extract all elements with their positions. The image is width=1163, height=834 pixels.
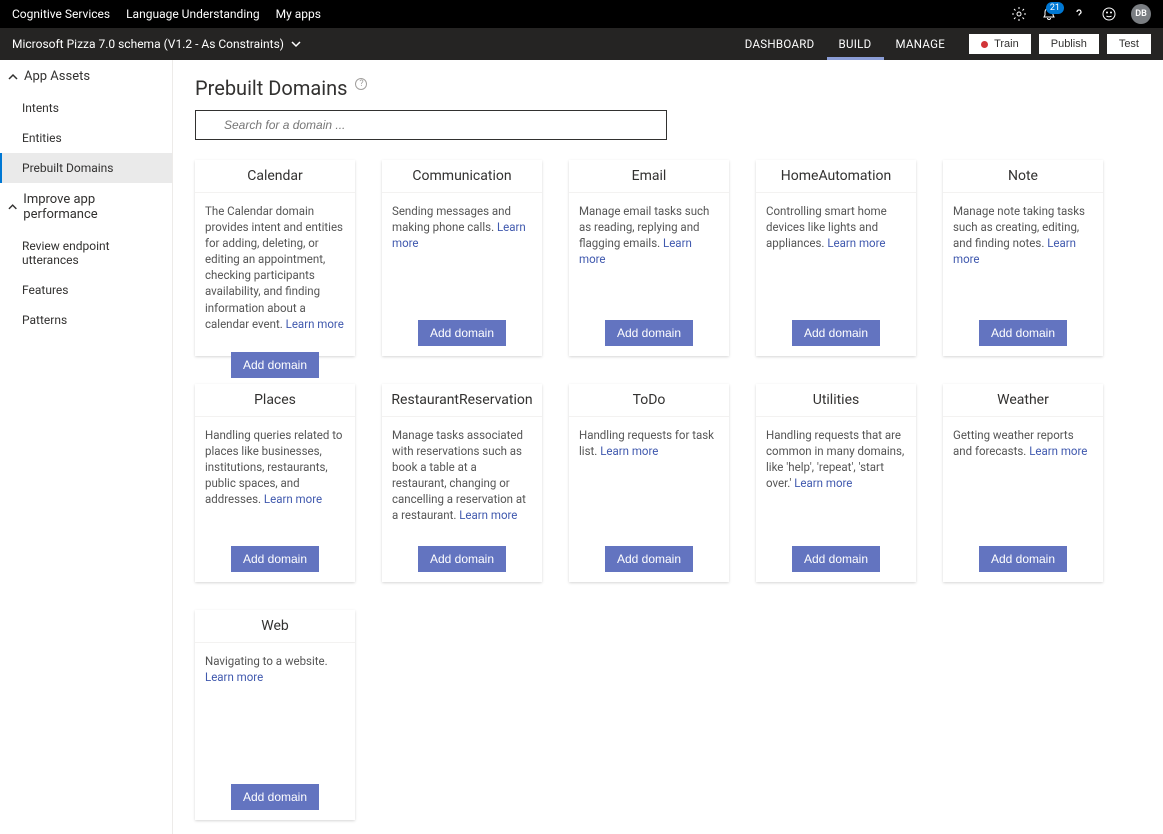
- domain-card: NoteManage note taking tasks such as cre…: [943, 160, 1103, 356]
- learn-more-link[interactable]: Learn more: [264, 492, 322, 506]
- domain-title: HomeAutomation: [756, 160, 916, 193]
- notifications-icon[interactable]: 21: [1041, 6, 1057, 22]
- domain-description: Handling requests for task list. Learn m…: [569, 417, 729, 536]
- add-domain-button[interactable]: Add domain: [792, 546, 880, 572]
- test-button[interactable]: Test: [1107, 34, 1151, 54]
- avatar[interactable]: DB: [1131, 4, 1151, 24]
- domain-description: The Calendar domain provides intent and …: [195, 193, 355, 342]
- domain-description: Manage tasks associated with reservation…: [382, 417, 542, 536]
- domain-description: Controlling smart home devices like ligh…: [756, 193, 916, 310]
- sidebar-item-patterns[interactable]: Patterns: [0, 305, 172, 335]
- domain-card: EmailManage email tasks such as reading,…: [569, 160, 729, 356]
- domain-title: Email: [569, 160, 729, 193]
- learn-more-link[interactable]: Learn more: [459, 508, 517, 522]
- nav-language-understanding[interactable]: Language Understanding: [126, 7, 260, 21]
- domain-card: CommunicationSending messages and making…: [382, 160, 542, 356]
- add-domain-button[interactable]: Add domain: [231, 352, 319, 378]
- domain-title: Communication: [382, 160, 542, 193]
- sidebar-item-entities[interactable]: Entities: [0, 123, 172, 153]
- help-tooltip-icon[interactable]: ?: [355, 78, 367, 90]
- learn-more-link[interactable]: Learn more: [1029, 444, 1087, 458]
- sidebar-item-prebuilt-domains[interactable]: Prebuilt Domains: [0, 153, 172, 183]
- add-domain-button[interactable]: Add domain: [979, 546, 1067, 572]
- add-domain-button[interactable]: Add domain: [231, 784, 319, 810]
- domain-card: RestaurantReservationManage tasks associ…: [382, 384, 542, 582]
- sidebar-item-intents[interactable]: Intents: [0, 93, 172, 123]
- domain-title: ToDo: [569, 384, 729, 417]
- domain-title: Web: [195, 610, 355, 643]
- page-title: Prebuilt Domains ?: [195, 76, 1141, 100]
- domain-description: Getting weather reports and forecasts. L…: [943, 417, 1103, 536]
- learn-more-link[interactable]: Learn more: [794, 476, 852, 490]
- chevron-up-icon: [8, 72, 18, 82]
- train-status-icon: [981, 41, 988, 48]
- top-bar: Cognitive Services Language Understandin…: [0, 0, 1163, 28]
- add-domain-button[interactable]: Add domain: [979, 320, 1067, 346]
- tab-dashboard[interactable]: DASHBOARD: [733, 28, 827, 60]
- chevron-up-icon: [8, 202, 17, 212]
- tab-build[interactable]: BUILD: [827, 28, 884, 60]
- domain-title: RestaurantReservation: [382, 384, 542, 417]
- sidebar-item-features[interactable]: Features: [0, 275, 172, 305]
- publish-button[interactable]: Publish: [1039, 34, 1099, 54]
- nav-cognitive-services[interactable]: Cognitive Services: [12, 7, 110, 21]
- domain-card: PlacesHandling queries related to places…: [195, 384, 355, 582]
- domain-description: Handling queries related to places like …: [195, 417, 355, 536]
- chevron-down-icon: [290, 38, 302, 50]
- add-domain-button[interactable]: Add domain: [418, 320, 506, 346]
- train-button[interactable]: Train: [969, 34, 1031, 54]
- nav-my-apps[interactable]: My apps: [276, 7, 321, 21]
- domain-title: Places: [195, 384, 355, 417]
- domain-description: Manage email tasks such as reading, repl…: [569, 193, 729, 310]
- domain-card: HomeAutomationControlling smart home dev…: [756, 160, 916, 356]
- domain-card: WebNavigating to a website. Learn more Ad…: [195, 610, 355, 820]
- sidebar-item-review-utterances[interactable]: Review endpoint utterances: [0, 231, 172, 275]
- domain-description: Navigating to a website. Learn more: [195, 643, 355, 774]
- add-domain-button[interactable]: Add domain: [792, 320, 880, 346]
- domain-title: Calendar: [195, 160, 355, 193]
- domain-card: WeatherGetting weather reports and forec…: [943, 384, 1103, 582]
- add-domain-button[interactable]: Add domain: [605, 546, 693, 572]
- learn-more-link[interactable]: Learn more: [205, 670, 263, 684]
- search-input[interactable]: [195, 110, 667, 140]
- notification-badge: 21: [1046, 2, 1064, 14]
- domain-card: CalendarThe Calendar domain provides int…: [195, 160, 355, 356]
- tab-bar: Microsoft Pizza 7.0 schema (V1.2 - As Co…: [0, 28, 1163, 60]
- add-domain-button[interactable]: Add domain: [231, 546, 319, 572]
- domain-title: Weather: [943, 384, 1103, 417]
- domain-title: Utilities: [756, 384, 916, 417]
- domain-title: Note: [943, 160, 1103, 193]
- settings-icon[interactable]: [1011, 6, 1027, 22]
- domain-description: Handling requests that are common in man…: [756, 417, 916, 536]
- project-picker[interactable]: Microsoft Pizza 7.0 schema (V1.2 - As Co…: [12, 28, 302, 60]
- project-name: Microsoft Pizza 7.0 schema (V1.2 - As Co…: [12, 37, 284, 51]
- sidebar: App Assets Intents Entities Prebuilt Dom…: [0, 60, 173, 834]
- sidebar-group-improve[interactable]: Improve app performance: [0, 183, 172, 231]
- domain-description: Sending messages and making phone calls.…: [382, 193, 542, 310]
- tab-manage[interactable]: MANAGE: [884, 28, 958, 60]
- sidebar-group-app-assets[interactable]: App Assets: [0, 60, 172, 93]
- add-domain-button[interactable]: Add domain: [418, 546, 506, 572]
- add-domain-button[interactable]: Add domain: [605, 320, 693, 346]
- learn-more-link[interactable]: Learn more: [827, 236, 885, 250]
- feedback-icon[interactable]: [1101, 6, 1117, 22]
- domain-card: UtilitiesHandling requests that are comm…: [756, 384, 916, 582]
- learn-more-link[interactable]: Learn more: [600, 444, 658, 458]
- domain-card: ToDoHandling requests for task list. Lea…: [569, 384, 729, 582]
- learn-more-link[interactable]: Learn more: [286, 317, 344, 331]
- domain-description: Manage note taking tasks such as creatin…: [943, 193, 1103, 310]
- help-icon[interactable]: [1071, 6, 1087, 22]
